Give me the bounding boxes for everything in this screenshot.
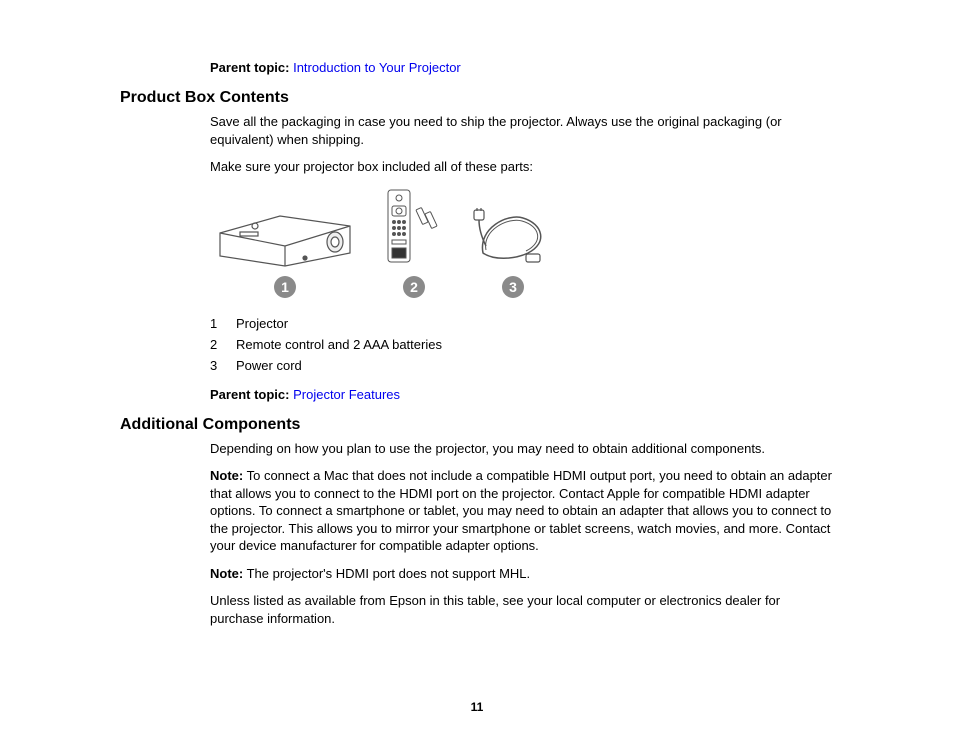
- note-label: Note:: [210, 566, 243, 581]
- section1-para1: Save all the packaging in case you need …: [210, 113, 834, 148]
- parts-list: 1Projector 2Remote control and 2 AAA bat…: [210, 316, 834, 373]
- section2-note1: Note: To connect a Mac that does not inc…: [210, 467, 834, 555]
- circle-number-3: 3: [502, 276, 524, 298]
- remote-illustration: [384, 188, 444, 268]
- parent-topic-link-1[interactable]: Introduction to Your Projector: [293, 60, 461, 75]
- section2-para1: Depending on how you plan to use the pro…: [210, 440, 834, 458]
- note-label: Note:: [210, 468, 243, 483]
- section-heading-additional-components: Additional Components: [120, 416, 834, 434]
- parent-topic-label: Parent topic:: [210, 387, 289, 402]
- page-number: 11: [0, 700, 954, 714]
- parent-topic-link-2[interactable]: Projector Features: [293, 387, 400, 402]
- section2-para2: Unless listed as available from Epson in…: [210, 592, 834, 627]
- circle-number-1: 1: [274, 276, 296, 298]
- parent-topic-label: Parent topic:: [210, 60, 289, 75]
- section-heading-product-box: Product Box Contents: [120, 89, 834, 107]
- parent-topic-2: Parent topic: Projector Features: [210, 387, 834, 402]
- section1-para2: Make sure your projector box included al…: [210, 158, 834, 176]
- parts-list-row: 2Remote control and 2 AAA batteries: [210, 337, 834, 352]
- circle-number-2: 2: [403, 276, 425, 298]
- parts-list-row: 1Projector: [210, 316, 834, 331]
- cord-illustration: [468, 208, 558, 268]
- section2-note2: Note: The projector's HDMI port does not…: [210, 565, 834, 583]
- parts-list-row: 3Power cord: [210, 358, 834, 373]
- illustration-block: 1 2 3: [210, 188, 834, 298]
- parent-topic-1: Parent topic: Introduction to Your Proje…: [210, 60, 834, 75]
- projector-illustration: [210, 198, 360, 268]
